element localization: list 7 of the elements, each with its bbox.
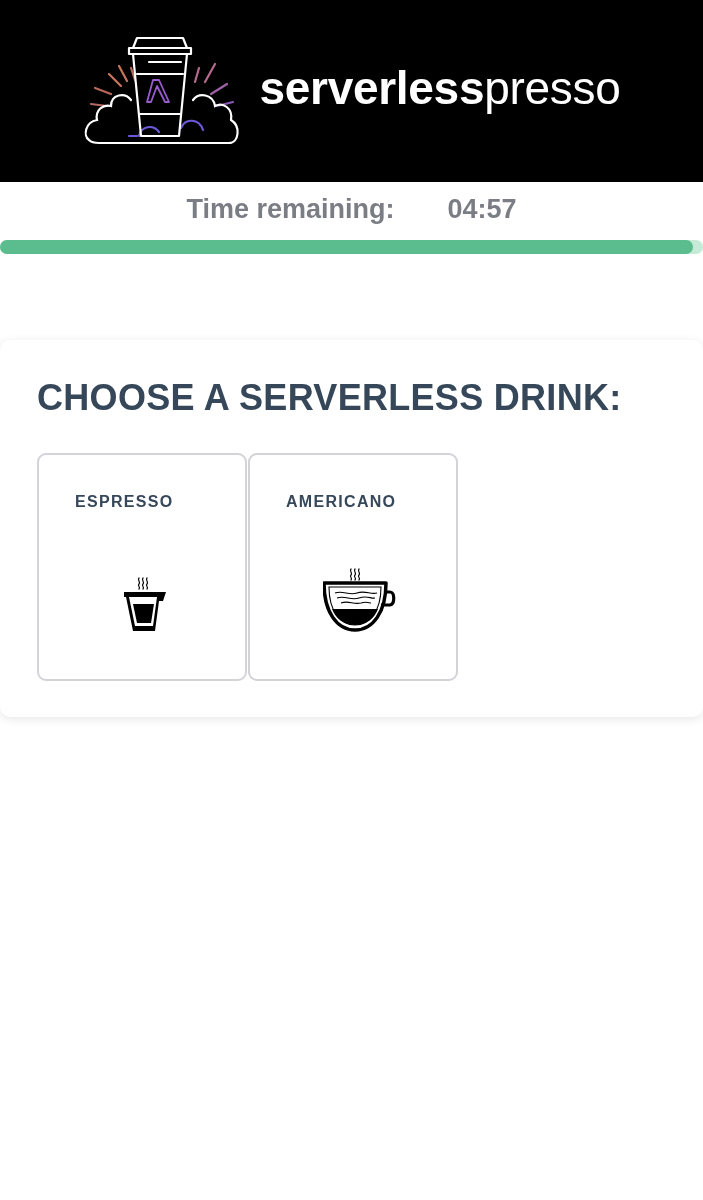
espresso-cup-icon [124, 577, 166, 633]
panel-heading: CHOOSE A SERVERLESS DRINK: [37, 376, 623, 420]
drink-option-button[interactable]: ESPRESSO [37, 453, 247, 681]
coffee-cup-icon [322, 568, 396, 632]
countdown-value: 04:57 [447, 193, 517, 226]
drink-option-button[interactable]: AMERICANO [248, 453, 458, 681]
time-remaining-label: Time remaining: [186, 193, 395, 226]
